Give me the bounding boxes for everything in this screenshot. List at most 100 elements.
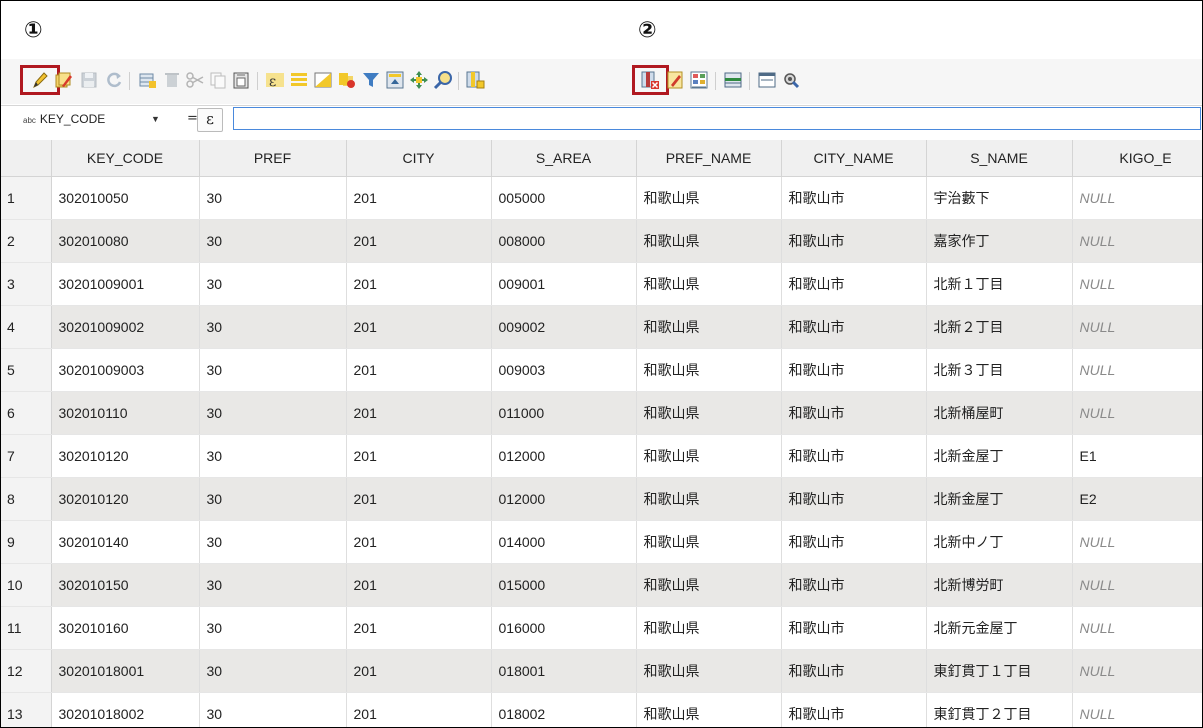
table-cell[interactable]: 30201009002 [51, 305, 200, 349]
table-cell[interactable]: 302010160 [51, 606, 200, 650]
row-number[interactable]: 4 [1, 305, 52, 349]
select-by-expression-icon[interactable]: ε [265, 70, 285, 90]
table-cell[interactable]: 30 [199, 649, 347, 693]
table-cell[interactable]: 012000 [491, 477, 637, 521]
table-cell[interactable]: 東釘貫丁２丁目 [926, 692, 1073, 727]
new-field-icon[interactable] [465, 70, 485, 90]
table-cell[interactable]: NULL [1072, 391, 1202, 435]
copy-icon[interactable] [208, 70, 228, 90]
table-row[interactable]: 13 30201018002 30 201 018002 和歌山県 和歌山市 東釘貫丁２丁目 N… [1, 692, 1202, 727]
table-cell[interactable]: 和歌山市 [781, 692, 927, 727]
dock-table-icon[interactable] [757, 70, 777, 90]
column-header[interactable]: S_AREA [491, 140, 637, 177]
table-cell[interactable]: 和歌山市 [781, 477, 927, 521]
table-row[interactable]: 10 302010150 30 201 015000 和歌山県 和歌山市 北新博労町 NULL [1, 563, 1202, 607]
table-cell[interactable]: 30 [199, 563, 347, 607]
table-cell[interactable]: 009002 [491, 305, 637, 349]
table-cell[interactable]: 嘉家作丁 [926, 219, 1073, 263]
toggle-editing-icon[interactable] [30, 70, 50, 90]
chevron-down-icon[interactable]: ▼ [151, 109, 160, 129]
open-field-calculator-icon[interactable] [665, 70, 685, 90]
table-cell[interactable]: 和歌山市 [781, 391, 927, 435]
table-cell[interactable]: 和歌山市 [781, 348, 927, 392]
table-cell[interactable]: 東釘貫丁１丁目 [926, 649, 1073, 693]
table-cell[interactable]: 201 [346, 649, 492, 693]
table-cell[interactable]: 30 [199, 348, 347, 392]
table-cell[interactable]: 009003 [491, 348, 637, 392]
table-cell[interactable]: 30 [199, 434, 347, 478]
paste-icon[interactable] [231, 70, 251, 90]
table-cell[interactable]: 北新中ノ丁 [926, 520, 1073, 564]
table-cell[interactable]: 30201018001 [51, 649, 200, 693]
table-row[interactable]: 12 30201018001 30 201 018001 和歌山県 和歌山市 東釘貫丁１丁目 N… [1, 649, 1202, 693]
table-cell[interactable]: 和歌山市 [781, 649, 927, 693]
table-cell[interactable]: 和歌山市 [781, 520, 927, 564]
table-cell[interactable]: 30 [199, 692, 347, 727]
table-cell[interactable]: 30 [199, 606, 347, 650]
table-cell[interactable]: 和歌山県 [636, 434, 782, 478]
row-number[interactable]: 6 [1, 391, 52, 435]
table-cell[interactable]: 和歌山県 [636, 520, 782, 564]
table-cell[interactable]: NULL [1072, 305, 1202, 349]
table-cell[interactable]: 009001 [491, 262, 637, 306]
column-header[interactable]: KEY_CODE [51, 140, 200, 177]
table-cell[interactable]: E1 [1072, 434, 1202, 478]
table-cell[interactable]: 北新金屋丁 [926, 477, 1073, 521]
table-cell[interactable]: 018001 [491, 649, 637, 693]
column-header[interactable]: CITY [346, 140, 492, 177]
table-row[interactable]: 9 302010140 30 201 014000 和歌山県 和歌山市 北新中ノ丁 NULL [1, 520, 1202, 564]
table-row[interactable]: 3 30201009001 30 201 009001 和歌山県 和歌山市 北新１丁目 NULL [1, 262, 1202, 306]
table-cell[interactable]: 008000 [491, 219, 637, 263]
table-cell[interactable]: 302010140 [51, 520, 200, 564]
save-edits-icon[interactable] [79, 70, 99, 90]
expression-builder-button[interactable]: ε [197, 108, 223, 132]
table-cell[interactable]: 302010120 [51, 477, 200, 521]
table-cell[interactable]: 北新金屋丁 [926, 434, 1073, 478]
actions-icon[interactable] [781, 70, 801, 90]
table-cell[interactable]: 宇治藪下 [926, 176, 1073, 220]
row-number[interactable]: 11 [1, 606, 52, 650]
table-cell[interactable]: 和歌山県 [636, 219, 782, 263]
deselect-all-icon[interactable] [337, 70, 357, 90]
table-cell[interactable]: 和歌山市 [781, 434, 927, 478]
row-number[interactable]: 10 [1, 563, 52, 607]
multi-edit-icon[interactable] [54, 70, 74, 90]
pan-to-selected-icon[interactable] [409, 70, 429, 90]
row-number[interactable]: 13 [1, 692, 52, 727]
table-cell[interactable]: 和歌山県 [636, 606, 782, 650]
add-feature-icon[interactable] [138, 70, 158, 90]
table-row[interactable]: 4 30201009002 30 201 009002 和歌山県 和歌山市 北新２丁目 NULL [1, 305, 1202, 349]
table-cell[interactable]: 和歌山県 [636, 348, 782, 392]
table-cell[interactable]: 30 [199, 305, 347, 349]
table-cell[interactable]: 014000 [491, 520, 637, 564]
zoom-to-selected-icon[interactable] [433, 70, 453, 90]
table-cell[interactable]: 和歌山県 [636, 477, 782, 521]
table-cell[interactable]: NULL [1072, 348, 1202, 392]
table-cell[interactable]: 201 [346, 520, 492, 564]
table-cell[interactable]: 201 [346, 563, 492, 607]
conditional-formatting-icon[interactable] [689, 70, 709, 90]
table-cell[interactable]: NULL [1072, 176, 1202, 220]
table-cell[interactable]: 30 [199, 391, 347, 435]
table-cell[interactable]: 201 [346, 434, 492, 478]
table-cell[interactable]: NULL [1072, 563, 1202, 607]
column-header[interactable]: PREF_NAME [636, 140, 782, 177]
table-cell[interactable]: 016000 [491, 606, 637, 650]
table-row[interactable]: 8 302010120 30 201 012000 和歌山県 和歌山市 北新金屋丁 E2 [1, 477, 1202, 521]
table-cell[interactable]: 30201018002 [51, 692, 200, 727]
row-number[interactable]: 9 [1, 520, 52, 564]
table-cell[interactable]: 和歌山県 [636, 262, 782, 306]
table-row[interactable]: 11 302010160 30 201 016000 和歌山県 和歌山市 北新元金屋丁 NULL [1, 606, 1202, 650]
table-cell[interactable]: 201 [346, 391, 492, 435]
table-cell[interactable]: 和歌山市 [781, 176, 927, 220]
row-number[interactable]: 1 [1, 176, 52, 220]
table-cell[interactable]: 和歌山県 [636, 563, 782, 607]
table-cell[interactable]: 30 [199, 262, 347, 306]
table-cell[interactable]: 和歌山県 [636, 305, 782, 349]
table-cell[interactable]: E2 [1072, 477, 1202, 521]
column-header[interactable]: PREF [199, 140, 347, 177]
table-cell[interactable]: 012000 [491, 434, 637, 478]
table-cell[interactable]: NULL [1072, 692, 1202, 727]
column-header[interactable]: CITY_NAME [781, 140, 927, 177]
table-cell[interactable]: 和歌山市 [781, 219, 927, 263]
